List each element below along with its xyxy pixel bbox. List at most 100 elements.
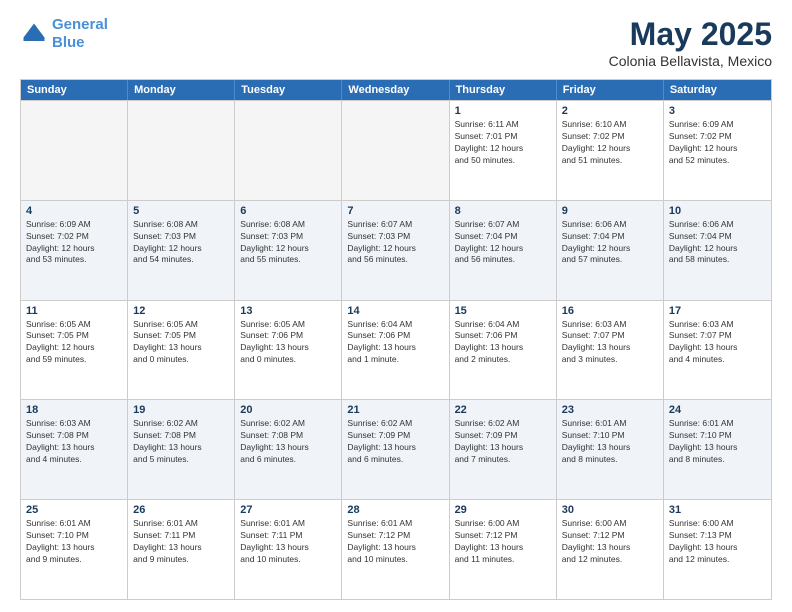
day-number: 21 [347, 404, 443, 416]
calendar-cell: 4 Sunrise: 6:09 AM Sunset: 7:02 PM Daylig… [21, 201, 128, 300]
calendar-row: 1Sunrise: 6:11 AM Sunset: 7:01 PM Daylig… [21, 100, 771, 200]
calendar-cell [128, 101, 235, 200]
calendar-cell [235, 101, 342, 200]
calendar-cell: 14 Sunrise: 6:04 AM Sunset: 7:06 PM Dayli… [342, 301, 449, 400]
day-number: 9 [562, 205, 658, 217]
day-number: 8 [455, 205, 551, 217]
day-number: 7 [347, 205, 443, 217]
calendar-row: 11 Sunrise: 6:05 AM Sunset: 7:05 PM Dayli… [21, 300, 771, 400]
day-number: 15 [455, 305, 551, 317]
subtitle: Colonia Bellavista, Mexico [609, 53, 772, 69]
cell-info: Sunrise: 6:02 AM Sunset: 7:08 PM Dayligh… [133, 418, 229, 466]
cell-info: Sunrise: 6:03 AM Sunset: 7:07 PM Dayligh… [562, 319, 658, 367]
cell-info: Sunrise: 6:08 AM Sunset: 7:03 PM Dayligh… [240, 219, 336, 267]
calendar-header: SundayMondayTuesdayWednesdayThursdayFrid… [21, 80, 771, 100]
cell-info: Sunrise: 6:01 AM Sunset: 7:10 PM Dayligh… [562, 418, 658, 466]
calendar-cell: 27 Sunrise: 6:01 AM Sunset: 7:11 PM Dayli… [235, 500, 342, 599]
day-number: 6 [240, 205, 336, 217]
logo: General Blue [20, 16, 108, 52]
cell-info: Sunrise: 6:07 AM Sunset: 7:03 PM Dayligh… [347, 219, 443, 267]
calendar-cell: 19 Sunrise: 6:02 AM Sunset: 7:08 PM Dayli… [128, 400, 235, 499]
cell-info: Sunrise: 6:01 AM Sunset: 7:11 PM Dayligh… [240, 518, 336, 566]
calendar-cell [21, 101, 128, 200]
calendar-cell: 28 Sunrise: 6:01 AM Sunset: 7:12 PM Dayli… [342, 500, 449, 599]
page: General Blue May 2025 Colonia Bellavista… [0, 0, 792, 612]
calendar-header-cell: Monday [128, 80, 235, 100]
calendar-cell: 12Sunrise: 6:05 AM Sunset: 7:05 PM Dayli… [128, 301, 235, 400]
calendar-header-cell: Wednesday [342, 80, 449, 100]
day-number: 4 [26, 205, 122, 217]
calendar-cell: 29Sunrise: 6:00 AM Sunset: 7:12 PM Dayli… [450, 500, 557, 599]
day-number: 19 [133, 404, 229, 416]
calendar-cell: 23 Sunrise: 6:01 AM Sunset: 7:10 PM Dayli… [557, 400, 664, 499]
calendar-row: 4 Sunrise: 6:09 AM Sunset: 7:02 PM Daylig… [21, 200, 771, 300]
calendar-cell: 8Sunrise: 6:07 AM Sunset: 7:04 PM Daylig… [450, 201, 557, 300]
cell-info: Sunrise: 6:09 AM Sunset: 7:02 PM Dayligh… [26, 219, 122, 267]
day-number: 13 [240, 305, 336, 317]
logo-icon [20, 20, 48, 48]
calendar-cell: 13Sunrise: 6:05 AM Sunset: 7:06 PM Dayli… [235, 301, 342, 400]
cell-info: Sunrise: 6:00 AM Sunset: 7:13 PM Dayligh… [669, 518, 766, 566]
calendar-cell: 30 Sunrise: 6:00 AM Sunset: 7:12 PM Dayli… [557, 500, 664, 599]
cell-info: Sunrise: 6:09 AM Sunset: 7:02 PM Dayligh… [669, 119, 766, 167]
calendar-cell: 25 Sunrise: 6:01 AM Sunset: 7:10 PM Dayli… [21, 500, 128, 599]
calendar-cell [342, 101, 449, 200]
calendar-cell: 18 Sunrise: 6:03 AM Sunset: 7:08 PM Dayli… [21, 400, 128, 499]
cell-info: Sunrise: 6:02 AM Sunset: 7:09 PM Dayligh… [347, 418, 443, 466]
calendar-cell: 17Sunrise: 6:03 AM Sunset: 7:07 PM Dayli… [664, 301, 771, 400]
cell-info: Sunrise: 6:08 AM Sunset: 7:03 PM Dayligh… [133, 219, 229, 267]
day-number: 24 [669, 404, 766, 416]
day-number: 2 [562, 105, 658, 117]
calendar-cell: 24 Sunrise: 6:01 AM Sunset: 7:10 PM Dayli… [664, 400, 771, 499]
day-number: 27 [240, 504, 336, 516]
day-number: 16 [562, 305, 658, 317]
calendar-header-cell: Friday [557, 80, 664, 100]
calendar-cell: 3Sunrise: 6:09 AM Sunset: 7:02 PM Daylig… [664, 101, 771, 200]
day-number: 10 [669, 205, 766, 217]
cell-info: Sunrise: 6:01 AM Sunset: 7:12 PM Dayligh… [347, 518, 443, 566]
day-number: 12 [133, 305, 229, 317]
calendar-cell: 11 Sunrise: 6:05 AM Sunset: 7:05 PM Dayli… [21, 301, 128, 400]
calendar-cell: 22 Sunrise: 6:02 AM Sunset: 7:09 PM Dayli… [450, 400, 557, 499]
calendar: SundayMondayTuesdayWednesdayThursdayFrid… [20, 79, 772, 600]
day-number: 28 [347, 504, 443, 516]
cell-info: Sunrise: 6:01 AM Sunset: 7:10 PM Dayligh… [26, 518, 122, 566]
calendar-header-cell: Sunday [21, 80, 128, 100]
day-number: 1 [455, 105, 551, 117]
day-number: 11 [26, 305, 122, 317]
day-number: 5 [133, 205, 229, 217]
cell-info: Sunrise: 6:04 AM Sunset: 7:06 PM Dayligh… [347, 319, 443, 367]
calendar-cell: 21 Sunrise: 6:02 AM Sunset: 7:09 PM Dayli… [342, 400, 449, 499]
calendar-body: 1Sunrise: 6:11 AM Sunset: 7:01 PM Daylig… [21, 100, 771, 599]
day-number: 18 [26, 404, 122, 416]
cell-info: Sunrise: 6:01 AM Sunset: 7:10 PM Dayligh… [669, 418, 766, 466]
calendar-cell: 9Sunrise: 6:06 AM Sunset: 7:04 PM Daylig… [557, 201, 664, 300]
day-number: 25 [26, 504, 122, 516]
calendar-row: 18 Sunrise: 6:03 AM Sunset: 7:08 PM Dayli… [21, 399, 771, 499]
cell-info: Sunrise: 6:00 AM Sunset: 7:12 PM Dayligh… [562, 518, 658, 566]
calendar-cell: 2 Sunrise: 6:10 AM Sunset: 7:02 PM Daylig… [557, 101, 664, 200]
calendar-cell: 5 Sunrise: 6:08 AM Sunset: 7:03 PM Daylig… [128, 201, 235, 300]
calendar-header-cell: Saturday [664, 80, 771, 100]
cell-info: Sunrise: 6:03 AM Sunset: 7:08 PM Dayligh… [26, 418, 122, 466]
cell-info: Sunrise: 6:02 AM Sunset: 7:09 PM Dayligh… [455, 418, 551, 466]
calendar-cell: 26Sunrise: 6:01 AM Sunset: 7:11 PM Dayli… [128, 500, 235, 599]
calendar-cell: 1Sunrise: 6:11 AM Sunset: 7:01 PM Daylig… [450, 101, 557, 200]
cell-info: Sunrise: 6:06 AM Sunset: 7:04 PM Dayligh… [669, 219, 766, 267]
header: General Blue May 2025 Colonia Bellavista… [20, 16, 772, 69]
cell-info: Sunrise: 6:05 AM Sunset: 7:05 PM Dayligh… [26, 319, 122, 367]
main-title: May 2025 [609, 16, 772, 53]
cell-info: Sunrise: 6:10 AM Sunset: 7:02 PM Dayligh… [562, 119, 658, 167]
day-number: 20 [240, 404, 336, 416]
cell-info: Sunrise: 6:02 AM Sunset: 7:08 PM Dayligh… [240, 418, 336, 466]
day-number: 22 [455, 404, 551, 416]
cell-info: Sunrise: 6:00 AM Sunset: 7:12 PM Dayligh… [455, 518, 551, 566]
day-number: 14 [347, 305, 443, 317]
day-number: 30 [562, 504, 658, 516]
calendar-cell: 6 Sunrise: 6:08 AM Sunset: 7:03 PM Daylig… [235, 201, 342, 300]
calendar-cell: 20 Sunrise: 6:02 AM Sunset: 7:08 PM Dayli… [235, 400, 342, 499]
calendar-row: 25 Sunrise: 6:01 AM Sunset: 7:10 PM Dayli… [21, 499, 771, 599]
day-number: 23 [562, 404, 658, 416]
calendar-cell: 10 Sunrise: 6:06 AM Sunset: 7:04 PM Dayli… [664, 201, 771, 300]
calendar-header-cell: Tuesday [235, 80, 342, 100]
